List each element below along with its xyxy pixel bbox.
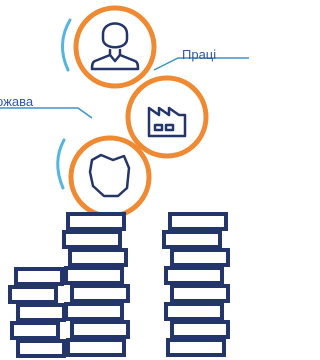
label-state: ржава xyxy=(0,94,34,109)
arc-accent-1 xyxy=(61,18,72,72)
map-circle xyxy=(68,135,152,219)
label-worker: Праці xyxy=(182,47,217,62)
factory-circle xyxy=(125,75,209,159)
person-circle xyxy=(73,5,157,89)
arc-accent-2 xyxy=(56,138,66,190)
coin-stacks-icon xyxy=(8,212,230,358)
